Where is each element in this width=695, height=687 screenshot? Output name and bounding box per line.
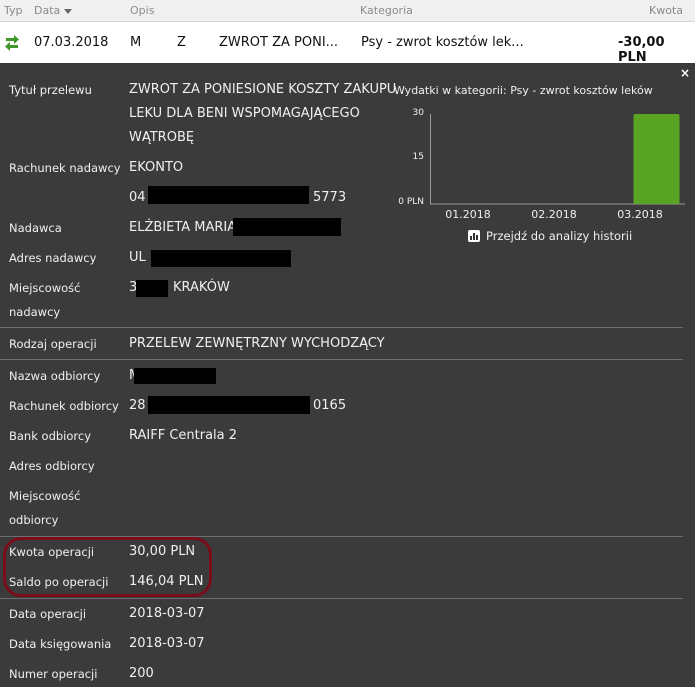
sender-address-value: UL: [129, 250, 146, 265]
sender-account-name: EKONTO: [129, 160, 184, 175]
divider: [0, 598, 683, 599]
redaction: [134, 368, 216, 384]
sender-label: Nadawca: [9, 221, 62, 235]
op-date-value: 2018-03-07: [129, 606, 205, 621]
redaction: [136, 280, 168, 297]
title-label: Tytuł przelewu: [9, 83, 92, 97]
recipient-account-label: Rachunek odbiorcy: [9, 399, 119, 413]
sort-desc-icon: [64, 8, 73, 14]
col-desc[interactable]: Opis: [130, 4, 154, 17]
row-desc-c: ZWROT ZA PONI...: [219, 35, 339, 50]
recipient-city-label-2: odbiorcy: [9, 513, 59, 527]
redaction: [233, 218, 341, 236]
sender-account-start: 04: [129, 190, 146, 205]
recipient-name-label: Nazwa odbiorcy: [9, 369, 101, 383]
row-amount-value: -30,00 PLN: [618, 35, 665, 65]
recipient-city-label-1: Miejscowość: [9, 489, 81, 503]
redaction: [148, 186, 309, 204]
transfer-arrows-icon: [5, 35, 19, 51]
chart-icon: [468, 230, 480, 242]
row-date: 07.03.2018: [34, 35, 109, 50]
sender-account-end: 5773: [313, 190, 347, 205]
x-label-03: 03.2018: [617, 208, 663, 221]
redaction: [151, 250, 291, 267]
bar-chart: [430, 114, 685, 205]
col-amount[interactable]: Kwota: [649, 4, 683, 17]
history-analysis-link[interactable]: Przejdź do analizy historii: [468, 228, 632, 243]
sender-address-label: Adres nadawcy: [9, 251, 97, 265]
title-line-3: WĄTROBĘ: [129, 130, 195, 145]
transaction-row[interactable]: 07.03.2018 M Z ZWROT ZA PONI... Psy - zw…: [0, 22, 695, 65]
recipient-account-start: 28: [129, 398, 146, 413]
bar-03.2018[interactable]: [633, 114, 680, 204]
col-category[interactable]: Kategoria: [360, 4, 413, 17]
row-category: Psy - zwrot kosztów lek...: [361, 35, 524, 50]
chart-title: Wydatki w kategorii: Psy - zwrot kosztów…: [394, 84, 653, 97]
sender-city-label-1: Miejscowość: [9, 281, 81, 295]
divider: [0, 327, 683, 328]
title-line-1: ZWROT ZA PONIESIONE KOSZTY ZAKUPU: [129, 82, 397, 97]
redaction: [148, 396, 310, 414]
y-tick-15: 15: [412, 152, 424, 162]
recipient-account-end: 0165: [313, 398, 347, 413]
row-desc-a: M: [130, 35, 142, 50]
op-number-value: 200: [129, 666, 154, 681]
divider: [0, 359, 683, 360]
op-type-label: Rodzaj operacji: [9, 337, 97, 351]
x-label-02: 02.2018: [531, 208, 577, 221]
recipient-address-label: Adres odbiorcy: [9, 459, 95, 473]
booking-date-value: 2018-03-07: [129, 636, 205, 651]
y-tick-30: 30: [412, 108, 424, 118]
x-label-01: 01.2018: [445, 208, 491, 221]
history-analysis-label: Przejdź do analizy historii: [486, 229, 633, 243]
title-line-2: LEKU DLA BENI WSPOMAGAJĄCEGO: [129, 106, 360, 121]
sender-city-label-2: nadawcy: [9, 305, 61, 319]
table-header: Typ Data Opis Kategoria Kwota: [0, 0, 695, 22]
row-amount: -30,00 PLN: [618, 35, 695, 65]
sender-account-label: Rachunek nadawcy: [9, 161, 121, 175]
col-date[interactable]: Data: [34, 4, 73, 17]
recipient-bank-label: Bank odbiorcy: [9, 429, 92, 443]
op-type-value: PRZELEW ZEWNĘTRZNY WYCHODZĄCY: [129, 336, 385, 351]
highlight-ring: [3, 537, 212, 597]
op-date-label: Data operacji: [9, 607, 87, 621]
row-desc-b: Z: [177, 35, 186, 50]
sender-city-value: KRAKÓW: [173, 280, 230, 295]
col-type[interactable]: Typ: [4, 4, 23, 17]
recipient-bank-value: RAIFF Centrala 2: [129, 428, 238, 443]
close-icon[interactable]: ×: [680, 66, 690, 80]
y-tick-0: 0 PLN: [398, 197, 424, 207]
booking-date-label: Data księgowania: [9, 637, 112, 651]
col-date-label: Data: [34, 4, 61, 17]
op-number-label: Numer operacji: [9, 667, 98, 681]
